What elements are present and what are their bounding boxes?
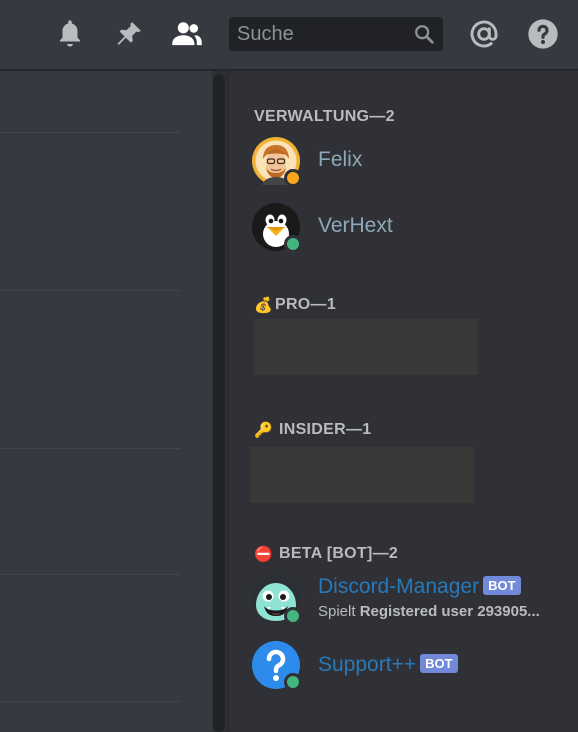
search-input[interactable] (229, 17, 409, 51)
member-support-plus-plus[interactable]: Support++ BOT (252, 641, 572, 693)
message-divider (0, 574, 180, 575)
members-icon[interactable] (171, 18, 203, 50)
group-header-verwaltung: VERWALTUNG—2 (254, 108, 395, 126)
message-divider (0, 701, 180, 702)
search-box[interactable] (229, 17, 443, 51)
member-discord-manager[interactable]: Discord-Manager BOT Spielt Registered use… (252, 575, 572, 627)
member-name-row: Discord-Manager BOT (318, 575, 521, 599)
group-header-label: BETA [BOT]—2 (278, 545, 399, 562)
member-felix[interactable]: Felix (252, 137, 572, 189)
member-name: VerHext (318, 214, 393, 237)
status-online-icon (284, 673, 302, 691)
help-icon[interactable] (527, 18, 559, 50)
member-list: VERWALTUNG—2 Felix VerHext 💰 PRO—1 🔑 INS… (230, 71, 578, 732)
member-name: Support++ (318, 653, 417, 676)
member-name-row: Support++ BOT (318, 653, 458, 677)
no-entry-icon: ⛔ (254, 546, 273, 563)
member-verhext[interactable]: VerHext (252, 203, 572, 255)
message-divider (0, 132, 180, 133)
status-online-icon (284, 607, 302, 625)
bell-icon[interactable] (54, 18, 86, 50)
redacted-member (250, 447, 474, 503)
group-header-label: INSIDER—1 (278, 421, 372, 438)
channel-header (0, 0, 578, 70)
message-divider (0, 290, 180, 291)
activity-prefix: Spielt (318, 603, 356, 620)
member-name: Discord-Manager (318, 575, 480, 598)
money-bag-icon: 💰 (254, 297, 273, 314)
pin-icon[interactable] (113, 18, 145, 50)
bot-badge: BOT (483, 576, 521, 595)
question-avatar (252, 641, 302, 691)
group-header-beta-bot: ⛔ BETA [BOT]—2 (254, 545, 398, 563)
panel-divider (226, 71, 229, 732)
key-icon: 🔑 (254, 422, 273, 439)
status-idle-icon (284, 169, 302, 187)
status-online-icon (284, 235, 302, 253)
penguin-avatar (252, 203, 302, 253)
monster-avatar (252, 575, 302, 625)
group-header-insider: 🔑 INSIDER—1 (254, 421, 371, 439)
redacted-member (254, 319, 478, 375)
search-icon[interactable] (413, 23, 435, 45)
member-name: Felix (318, 148, 363, 171)
member-activity: Spielt Registered user 293905... (318, 603, 572, 620)
group-header-pro: 💰 PRO—1 (254, 296, 336, 314)
group-header-label: VERWALTUNG—2 (254, 108, 395, 125)
bot-badge: BOT (420, 654, 458, 673)
bitmoji-avatar (252, 137, 302, 187)
chat-area (0, 71, 212, 732)
message-divider (0, 448, 180, 449)
chat-scrollbar[interactable] (213, 74, 225, 732)
group-header-label: PRO—1 (274, 296, 337, 313)
mention-icon[interactable] (467, 18, 501, 50)
activity-value: Registered user 293905... (359, 603, 540, 620)
